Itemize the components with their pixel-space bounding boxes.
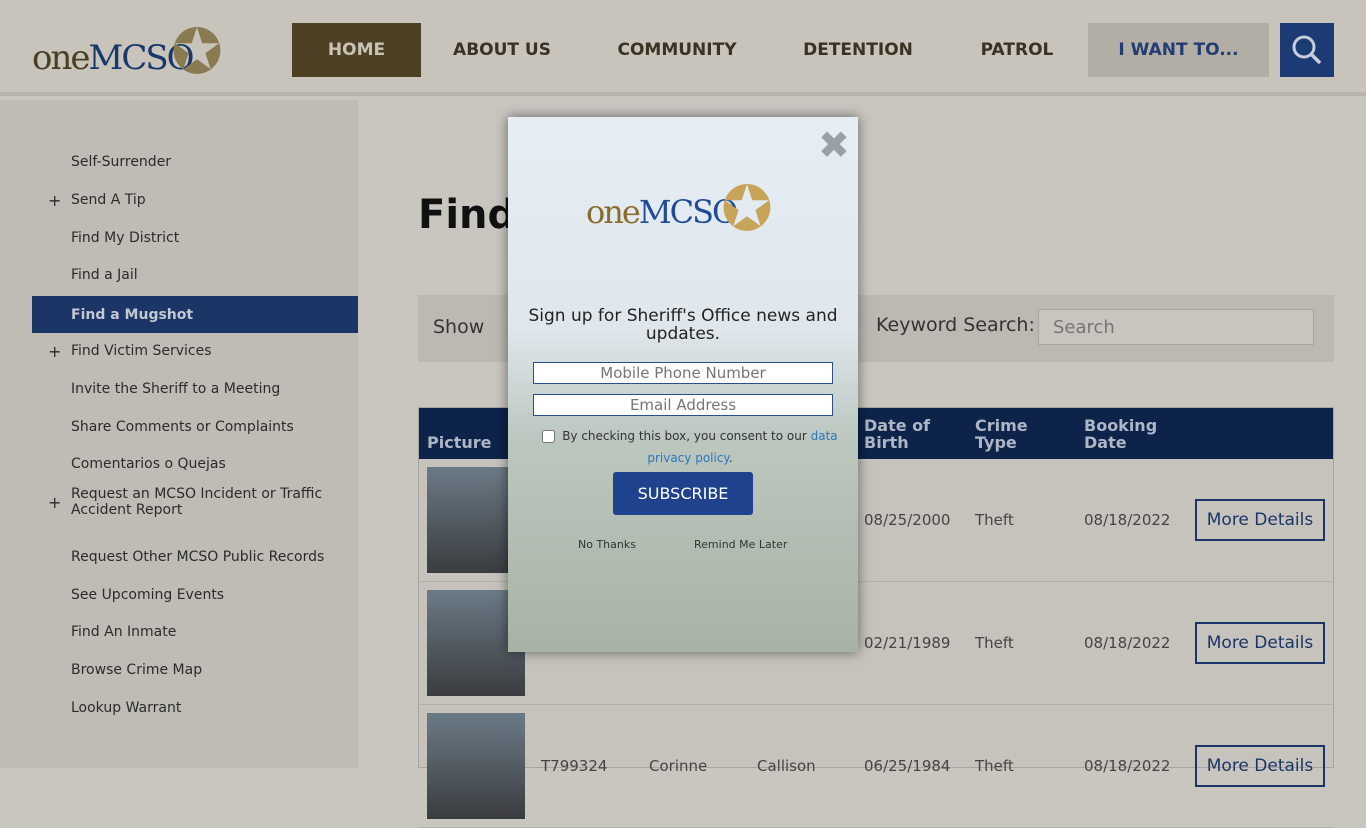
sidebar-item[interactable]: + Request an MCSO Incident or Traffic Acc… <box>32 484 358 520</box>
nav-community[interactable]: COMMUNITY <box>604 23 750 77</box>
sidebar-item-label: Lookup Warrant <box>71 700 182 716</box>
col-booking-date: Booking Date <box>1084 416 1158 452</box>
sidebar-item[interactable]: Browse Crime Map <box>32 652 358 688</box>
search-button[interactable] <box>1280 23 1334 77</box>
modal-title: Sign up for Sheriff's Office news and up… <box>528 306 838 344</box>
sidebar-item-label: Self-Surrender <box>71 154 172 170</box>
sidebar-item[interactable]: See Upcoming Events <box>32 577 358 613</box>
nav-patrol[interactable]: PATROL <box>966 23 1068 77</box>
keyword-search-label: Keyword Search: <box>876 314 1035 336</box>
sidebar-item-label: Find An Inmate <box>71 624 177 640</box>
signup-modal: ✖ oneMCSO ✪ Sign up for Sheriff's Office… <box>508 117 858 652</box>
more-details-button[interactable]: More Details <box>1195 622 1325 664</box>
subscribe-button[interactable]: SUBSCRIBE <box>613 472 753 515</box>
sidebar-item[interactable]: Find a Jail <box>32 257 358 293</box>
booking-number: T799324 <box>541 757 608 775</box>
sidebar-item-label: Find My District <box>71 230 180 246</box>
sidebar-item[interactable]: + Send A Tip <box>32 182 358 218</box>
more-details-button[interactable]: More Details <box>1195 745 1325 787</box>
nav-home[interactable]: HOME <box>292 23 421 77</box>
i-want-to-button[interactable]: I WANT TO... <box>1088 23 1269 77</box>
sidebar-item-label: Request Other MCSO Public Records <box>71 549 325 565</box>
logo-text: oneMCSO <box>586 193 738 231</box>
expand-icon[interactable]: + <box>48 191 61 210</box>
show-label: Show <box>433 316 485 338</box>
sidebar-item[interactable]: Find My District <box>32 220 358 256</box>
nav-detention[interactable]: DETENTION <box>790 23 926 77</box>
sidebar-item-label: Find a Mugshot <box>71 306 194 323</box>
remind-later-link[interactable]: Remind Me Later <box>694 538 787 551</box>
mugshot-image[interactable] <box>427 713 525 819</box>
sidebar-item[interactable]: Find a Mugshot <box>32 296 358 333</box>
col-picture: Picture <box>427 433 492 452</box>
phone-input[interactable] <box>533 362 833 384</box>
sidebar-item-label: Request an MCSO Incident or Traffic Acci… <box>71 486 323 518</box>
sheriff-badge-icon: ✪ <box>721 171 773 245</box>
sidebar-item-label: Share Comments or Complaints <box>71 419 294 435</box>
first-name: Corinne <box>649 757 708 775</box>
sidebar-item[interactable]: Comentarios o Quejas <box>32 446 358 482</box>
page-title: Find <box>418 192 517 238</box>
date-of-birth: 08/25/2000 <box>864 511 951 529</box>
booking-date: 08/18/2022 <box>1084 634 1171 652</box>
sidebar-item[interactable]: Request Other MCSO Public Records <box>32 539 358 575</box>
more-details-button[interactable]: More Details <box>1195 499 1325 541</box>
sidebar-item-label: See Upcoming Events <box>71 587 225 603</box>
date-of-birth: 02/21/1989 <box>864 634 951 652</box>
col-crime-type: Crime Type <box>975 416 1028 452</box>
sidebar-item[interactable]: Invite the Sheriff to a Meeting <box>32 371 358 407</box>
booking-date: 08/18/2022 <box>1084 511 1171 529</box>
sidebar-item-label: Invite the Sheriff to a Meeting <box>71 381 281 397</box>
consent-text: By checking this box, you consent to our <box>562 429 811 443</box>
consent-end: . <box>728 451 733 465</box>
sidebar-item-label: Browse Crime Map <box>71 662 203 678</box>
sheriff-badge-icon: ✪ <box>171 14 223 88</box>
sidebar-item-label: Find Victim Services <box>71 343 212 359</box>
expand-icon[interactable]: + <box>48 342 61 361</box>
last-name: Callison <box>757 757 816 775</box>
sidebar-item[interactable]: + Find Victim Services <box>32 333 358 369</box>
date-of-birth: 06/25/1984 <box>864 757 951 775</box>
sidebar-item[interactable]: Self-Surrender <box>32 144 358 180</box>
modal-logo: oneMCSO ✪ <box>586 169 786 259</box>
col-dob: Date of Birth <box>864 416 931 452</box>
search-icon <box>1292 35 1322 65</box>
close-icon[interactable]: ✖ <box>818 123 850 167</box>
no-thanks-link[interactable]: No Thanks <box>578 538 636 551</box>
sidebar-item[interactable]: Share Comments or Complaints <box>32 409 358 445</box>
crime-type: Theft <box>975 511 1014 529</box>
booking-date: 08/18/2022 <box>1084 757 1171 775</box>
crime-type: Theft <box>975 634 1014 652</box>
email-input[interactable] <box>533 394 833 416</box>
expand-icon[interactable]: + <box>48 493 61 512</box>
sidebar-item-label: Find a Jail <box>71 267 138 283</box>
site-logo[interactable]: oneMCSO ✪ <box>32 12 232 92</box>
consent-row: By checking this box, you consent to our… <box>540 425 840 469</box>
crime-type: Theft <box>975 757 1014 775</box>
sidebar-item-label: Comentarios o Quejas <box>71 456 226 472</box>
nav-about-us[interactable]: ABOUT US <box>440 23 564 77</box>
table-row: T799324 Corinne Callison 06/25/1984 Theft 08/… <box>419 705 1333 828</box>
sidebar-item-label: Send A Tip <box>71 192 146 208</box>
consent-checkbox[interactable] <box>542 430 556 443</box>
sidebar-item[interactable]: Lookup Warrant <box>32 690 358 726</box>
keyword-search-input[interactable] <box>1038 309 1314 345</box>
sidebar-item[interactable]: Find An Inmate <box>32 614 358 650</box>
